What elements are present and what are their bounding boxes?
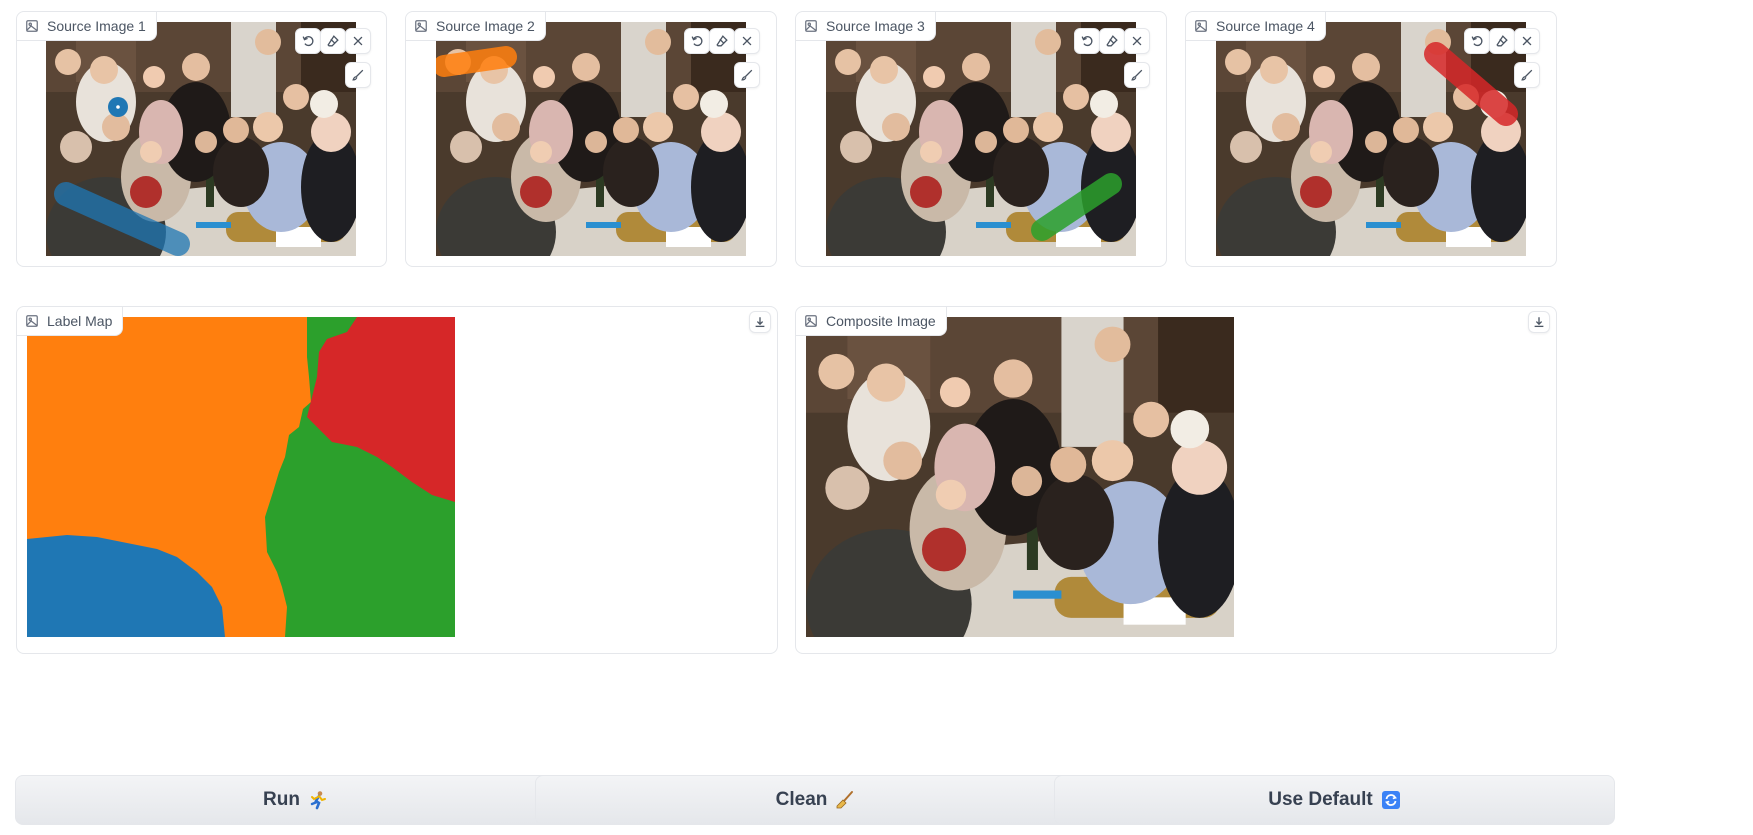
brush-button[interactable]: [345, 62, 371, 88]
close-icon: [1132, 36, 1142, 46]
eraser-icon: [327, 35, 339, 47]
label-map-label: Label Map: [47, 313, 113, 329]
image-icon: [1195, 20, 1207, 32]
source-image-2-label-tab: Source Image 2: [406, 12, 546, 41]
brush-stroke-2: [436, 46, 517, 77]
undo-icon: [1471, 36, 1483, 47]
label-map-image: [27, 317, 455, 637]
brush-button[interactable]: [1124, 62, 1150, 88]
source-image-4-label-tab: Source Image 4: [1186, 12, 1326, 41]
clear-button[interactable]: [1514, 28, 1540, 54]
close-icon: [353, 36, 363, 46]
undo-icon: [302, 36, 314, 47]
source-image-2-canvas[interactable]: [436, 22, 746, 256]
source-image-4-panel[interactable]: Source Image 4: [1185, 11, 1557, 267]
clean-button[interactable]: Clean: [535, 775, 1096, 825]
undo-icon: [1081, 36, 1093, 47]
run-button-label: Run: [263, 789, 300, 810]
undo-button[interactable]: [295, 28, 321, 54]
source-image-3-panel[interactable]: Source Image 3: [795, 11, 1167, 267]
composite-image-panel: Composite Image: [795, 306, 1557, 654]
image-icon: [415, 20, 427, 32]
label-map-label-tab: Label Map: [17, 307, 124, 336]
image-icon: [26, 315, 38, 327]
eraser-button[interactable]: [320, 28, 346, 54]
clear-button[interactable]: [734, 28, 760, 54]
clean-button-label: Clean: [775, 789, 828, 810]
clear-button[interactable]: [345, 28, 371, 54]
source-image-2-panel[interactable]: Source Image 2: [405, 11, 777, 267]
eraser-button[interactable]: [1099, 28, 1125, 54]
brush-button[interactable]: [734, 62, 760, 88]
eraser-button[interactable]: [1489, 28, 1515, 54]
source-image-1-panel[interactable]: Source Image 1: [16, 11, 387, 267]
brush-button[interactable]: [1514, 62, 1540, 88]
eraser-button[interactable]: [709, 28, 735, 54]
source-image-1-label: Source Image 1: [47, 18, 146, 34]
source-image-3-label: Source Image 3: [826, 18, 925, 34]
clear-button[interactable]: [1124, 28, 1150, 54]
runner-emoji-icon: [310, 791, 326, 810]
source-image-3-label-tab: Source Image 3: [796, 12, 936, 41]
source-image-4-label: Source Image 4: [1216, 18, 1315, 34]
brush-icon: [1521, 69, 1533, 81]
source-image-1-label-tab: Source Image 1: [17, 12, 157, 41]
undo-button[interactable]: [1464, 28, 1490, 54]
source-image-1-canvas[interactable]: [46, 22, 356, 256]
undo-button[interactable]: [684, 28, 710, 54]
download-icon: [1534, 317, 1544, 328]
download-icon: [755, 317, 765, 328]
use-default-button-label: Use Default: [1268, 789, 1373, 810]
label-map-panel: Label Map: [16, 306, 778, 654]
download-button[interactable]: [749, 311, 771, 333]
eraser-icon: [1496, 35, 1508, 47]
eraser-icon: [716, 35, 728, 47]
eraser-icon: [1106, 35, 1118, 47]
brush-icon: [1131, 69, 1143, 81]
image-icon: [805, 315, 817, 327]
run-button[interactable]: Run: [15, 775, 576, 825]
source-image-3-canvas[interactable]: [826, 22, 1136, 256]
image-icon: [26, 20, 38, 32]
composite-image: [806, 317, 1234, 637]
close-icon: [1522, 36, 1532, 46]
refresh-emoji-icon: [1381, 791, 1400, 809]
brush-icon: [741, 69, 753, 81]
source-image-2-label: Source Image 2: [436, 18, 535, 34]
composite-image-label-tab: Composite Image: [796, 307, 947, 336]
use-default-button[interactable]: Use Default: [1054, 775, 1615, 825]
undo-icon: [691, 36, 703, 47]
download-button[interactable]: [1528, 311, 1550, 333]
composite-image-label: Composite Image: [826, 313, 936, 329]
source-image-4-canvas[interactable]: [1216, 22, 1526, 256]
brush-icon: [352, 69, 364, 81]
image-icon: [805, 20, 817, 32]
undo-button[interactable]: [1074, 28, 1100, 54]
broom-emoji-icon: [836, 791, 854, 809]
close-icon: [742, 36, 752, 46]
